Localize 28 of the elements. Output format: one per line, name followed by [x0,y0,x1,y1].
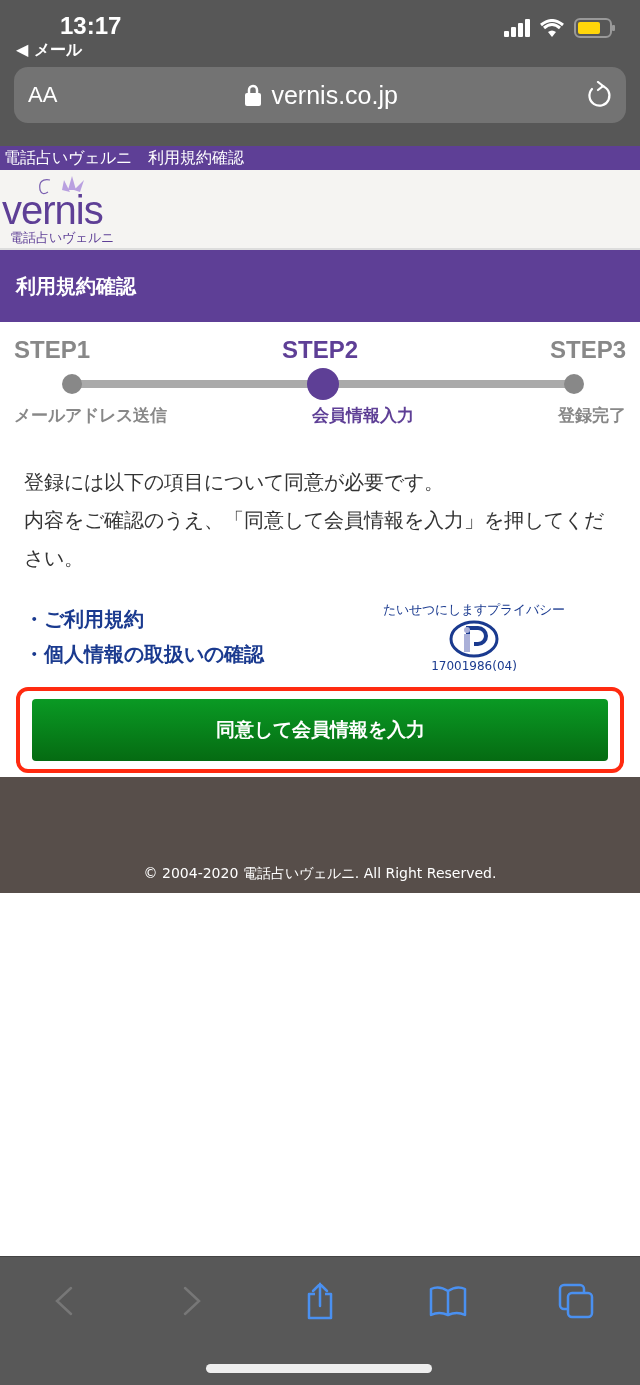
step-number: STEP2 [282,336,358,364]
clock: 13:17 [60,12,122,40]
step-label: 登録完了 [558,404,626,427]
step-number: STEP3 [549,336,626,364]
terms-link[interactable]: ・ご利用規約 [24,606,374,633]
logo: vernis 電話占いヴェルニ [2,170,132,248]
terms-link[interactable]: ・個人情報の取扱いの確認 [24,641,374,668]
page-title: 電話占いヴェルニ 利用規約確認 [0,146,640,170]
address-bar[interactable]: AA vernis.co.jp [14,67,626,123]
signal-icon [504,19,530,37]
url-text: vernis.co.jp [271,80,398,110]
privacy-mark-icon [448,620,500,658]
reload-icon[interactable] [586,81,612,109]
step-label: メールアドレス送信 [14,404,167,427]
privacy-mark-number: 17001986(04) [431,659,517,673]
copyright: © 2004-2020 電話占いヴェルニ. All Right Reserved. [143,865,497,883]
wifi-icon [540,19,564,37]
step-label: 会員情報入力 [311,404,414,427]
agree-button[interactable]: 同意して会員情報を入力 [32,699,608,761]
section-header: 利用規約確認 [0,250,640,322]
step-number: STEP1 [14,336,91,364]
privacy-mark-caption: たいせつにしますプライバシー [383,601,565,619]
intro-text: 登録には以下の項目について同意が必要です。 [24,469,445,496]
intro-text: 内容をご確認のうえ、「同意して会員情報を入力」を押してください。 [24,507,605,572]
text-size-button[interactable]: AA [28,82,58,108]
lock-icon [245,84,262,106]
battery-icon [574,18,616,38]
back-to-app-link[interactable]: ◀ メール [16,40,82,61]
